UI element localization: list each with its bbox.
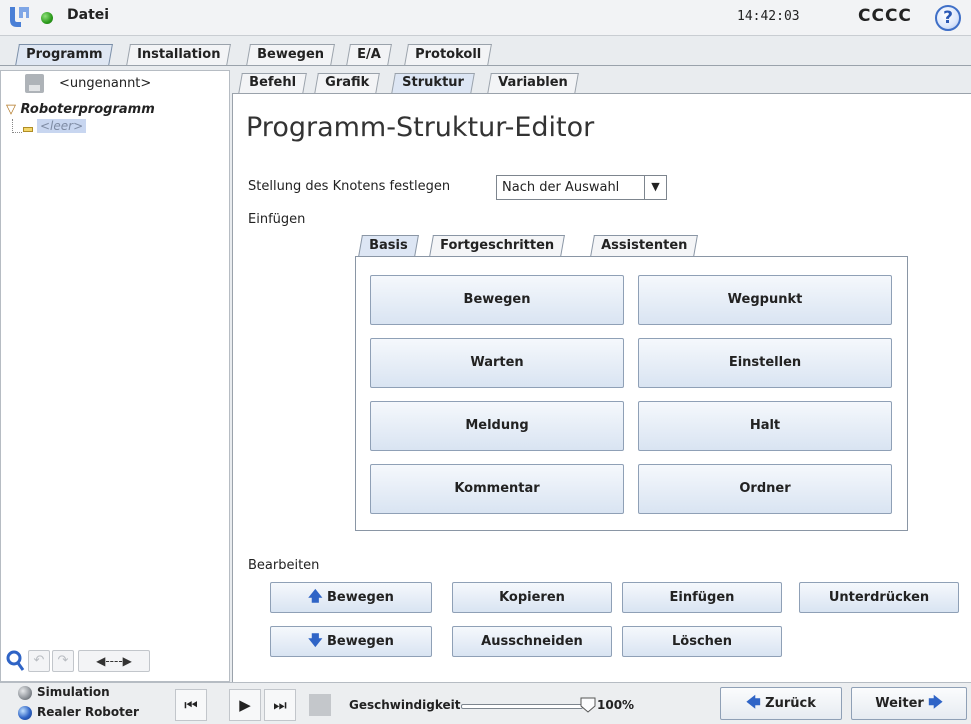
node-position-label: Stellung des Knotens festlegen	[248, 179, 451, 194]
tab-installation[interactable]: Installation	[126, 44, 232, 66]
insert-wait-button[interactable]: Warten	[370, 338, 624, 388]
ur-logo-icon	[10, 7, 29, 27]
suppress-button[interactable]: Unterdrücken	[799, 582, 959, 613]
file-menu[interactable]: Datei	[67, 7, 109, 23]
next-button[interactable]: Weiter 🡆	[851, 687, 967, 720]
insert-halt-button[interactable]: Halt	[638, 401, 892, 451]
arrow-up-icon: 🡅	[308, 589, 323, 605]
chevron-down-icon[interactable]: ▼	[644, 176, 666, 199]
insert-comment-button[interactable]: Kommentar	[370, 464, 624, 514]
page-title: Programm-Struktur-Editor	[246, 112, 595, 143]
tab-io[interactable]: E/A	[346, 44, 392, 66]
tree-node-empty[interactable]: <leer>	[37, 119, 87, 133]
insert-waypoint-button[interactable]: Wegpunkt	[638, 275, 892, 325]
undo-icon[interactable]: ↶	[28, 650, 50, 672]
program-tree[interactable]: ▽ Roboterprogramm <leer>	[4, 101, 226, 641]
insert-folder-button[interactable]: Ordner	[638, 464, 892, 514]
title-bar	[0, 0, 971, 36]
tab-move[interactable]: Bewegen	[246, 44, 335, 66]
delete-button[interactable]: Löschen	[622, 626, 782, 657]
save-icon[interactable]	[25, 74, 44, 93]
robot-name: CCCC	[858, 6, 912, 26]
simulation-label: Simulation	[37, 685, 110, 699]
edit-label: Bearbeiten	[248, 558, 320, 573]
robot-status-icon	[41, 12, 53, 24]
cut-button[interactable]: Ausschneiden	[452, 626, 612, 657]
tab-basic[interactable]: Basis	[358, 235, 419, 257]
speed-label: Geschwindigkeit	[349, 698, 461, 712]
tab-log[interactable]: Protokoll	[404, 44, 493, 66]
help-button[interactable]: ?	[935, 5, 961, 31]
tab-structure[interactable]: Struktur	[391, 73, 475, 94]
insert-set-button[interactable]: Einstellen	[638, 338, 892, 388]
stop-icon[interactable]	[309, 694, 331, 716]
skip-to-start-icon[interactable]: ⏮	[175, 689, 207, 721]
back-button[interactable]: 🡄 Zurück	[720, 687, 842, 720]
tab-advanced[interactable]: Fortgeschritten	[429, 235, 566, 257]
insert-message-button[interactable]: Meldung	[370, 401, 624, 451]
empty-node-icon	[23, 127, 33, 132]
search-icon[interactable]	[6, 650, 26, 672]
real-robot-radio[interactable]	[18, 706, 32, 720]
speed-slider-thumb[interactable]	[580, 697, 596, 713]
program-name: <ungenannt>	[59, 76, 152, 91]
paste-button[interactable]: Einfügen	[622, 582, 782, 613]
arrow-down-icon: 🡇	[308, 633, 323, 649]
speed-value: 100%	[597, 698, 635, 712]
simulation-radio[interactable]	[18, 686, 32, 700]
node-position-select[interactable]: Nach der Auswahl ▼	[496, 175, 667, 200]
tab-divider	[0, 65, 971, 66]
expand-triangle-icon[interactable]: ▽	[6, 102, 16, 117]
tab-command[interactable]: Befehl	[238, 73, 307, 94]
redo-icon[interactable]: ↷	[52, 650, 74, 672]
move-up-button[interactable]: 🡅 Bewegen	[270, 582, 432, 613]
real-robot-label: Realer Roboter	[37, 705, 139, 719]
arrow-left-icon: 🡄	[746, 695, 761, 711]
tab-program[interactable]: Programm	[15, 44, 114, 66]
tab-variables[interactable]: Variablen	[487, 73, 579, 94]
tab-wizards[interactable]: Assistenten	[590, 235, 699, 257]
tree-toolbar: ↶ ↷ ◀----▶	[4, 648, 228, 676]
move-down-button[interactable]: 🡇 Bewegen	[270, 626, 432, 657]
speed-slider[interactable]	[461, 704, 583, 709]
tree-node-root[interactable]: ▽ Roboterprogramm	[6, 102, 155, 117]
insert-label: Einfügen	[248, 212, 306, 227]
insert-move-button[interactable]: Bewegen	[370, 275, 624, 325]
tree-connector	[12, 119, 22, 133]
play-icon[interactable]: ▶	[229, 689, 261, 721]
tab-graphics[interactable]: Grafik	[314, 73, 380, 94]
step-icon[interactable]: ⏭	[264, 689, 296, 721]
copy-button[interactable]: Kopieren	[452, 582, 612, 613]
arrow-right-icon: 🡆	[928, 695, 943, 711]
expand-collapse-icon[interactable]: ◀----▶	[78, 650, 150, 672]
clock: 14:42:03	[737, 9, 800, 24]
